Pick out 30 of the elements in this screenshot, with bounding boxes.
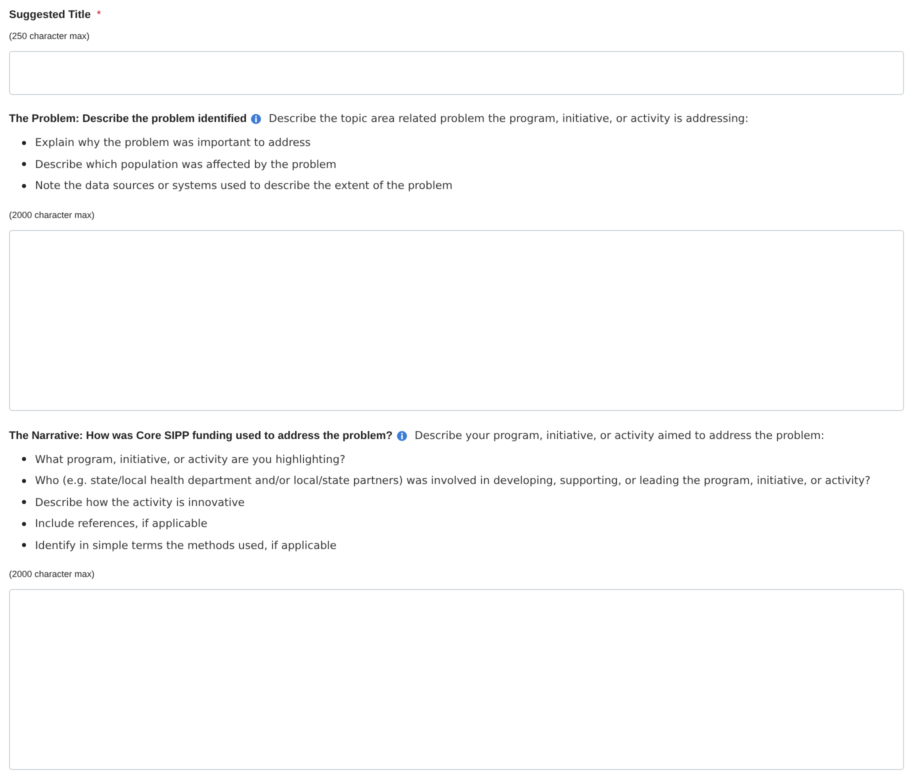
- list-item-text: Identify in simple terms the methods used, if applicable: [35, 538, 337, 552]
- info-icon[interactable]: [250, 114, 261, 124]
- bullet-icon: [22, 140, 26, 145]
- bullet-icon: [22, 457, 26, 462]
- required-mark: *: [96, 8, 101, 23]
- field-label: The Problem: Describe the problem identified: [9, 112, 247, 127]
- list-item-text: Explain why the problem was important to address: [35, 136, 311, 150]
- bullet-icon: [22, 522, 26, 526]
- bullet-icon: [22, 478, 26, 483]
- bullet-icon: [22, 543, 26, 548]
- bullet-icon: [22, 162, 26, 166]
- field-description: Describe your program, initiative, or activity aimed to address the problem:: [414, 428, 824, 444]
- list-item-text: Note the data sources or systems used to describe the extent of the problem: [35, 179, 453, 192]
- text-area-field[interactable]: [9, 230, 904, 410]
- list-item-text: Describe how the activity is innovative: [35, 496, 245, 509]
- list-item-text: What program, initiative, or activity are you highlighting?: [35, 452, 346, 466]
- field-description: Describe the topic area related problem the program, initiative, or activity is addressing:: [268, 111, 749, 127]
- bullet-icon: [22, 184, 26, 188]
- field-label: Suggested Title: [9, 8, 91, 23]
- info-icon[interactable]: [396, 430, 407, 440]
- text-input-field[interactable]: [9, 51, 904, 95]
- character-limit-hint: (2000 character max): [9, 208, 96, 220]
- list-item-text: Include references, if applicable: [35, 517, 208, 530]
- bullet-icon: [22, 500, 26, 504]
- field-label: The Narrative: How was Core SIPP funding used to address the problem?: [9, 428, 393, 444]
- character-limit-hint: (250 character max): [9, 30, 91, 42]
- list-item-text: Who (e.g. state/local health department and/or local/state partners) was involved in developing, supporting, or leading the program, initiative, or activity?: [35, 474, 871, 488]
- list-item-text: Describe which population was affected by the problem: [35, 158, 336, 171]
- text-area-field[interactable]: [9, 589, 904, 770]
- character-limit-hint: (2000 character max): [9, 568, 96, 580]
